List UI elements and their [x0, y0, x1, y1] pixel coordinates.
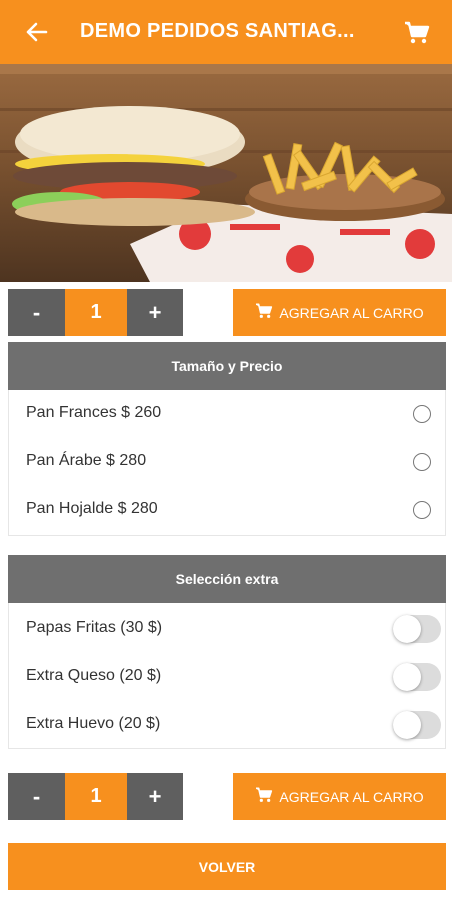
size-price-header: Tamaño y Precio	[8, 342, 446, 390]
toggle-switch[interactable]	[393, 615, 441, 643]
add-to-cart-label: AGREGAR AL CARRO	[279, 788, 424, 805]
extra-option-papas-fritas[interactable]: Papas Fritas (30 $)	[9, 605, 447, 653]
add-to-cart-button[interactable]: AGREGAR AL CARRO	[233, 773, 446, 820]
app-header: DEMO PEDIDOS SANTIAG...	[0, 0, 452, 64]
product-image	[0, 64, 452, 282]
quantity-value: 1	[65, 289, 127, 336]
toggle-knob	[393, 663, 421, 691]
option-label: Papas Fritas (30 $)	[26, 619, 163, 636]
extras-options: Papas Fritas (30 $) Extra Queso (20 $) E…	[8, 603, 446, 749]
cart-icon[interactable]	[403, 19, 431, 47]
option-label: Extra Huevo (20 $)	[26, 715, 161, 732]
page-title: DEMO PEDIDOS SANTIAG...	[80, 20, 355, 42]
option-label: Pan Árabe $ 280	[26, 452, 147, 469]
extras-header: Selección extra	[8, 555, 446, 603]
extra-option-extra-queso[interactable]: Extra Queso (20 $)	[9, 653, 447, 701]
radio-button[interactable]	[413, 405, 431, 423]
size-option-pan-frances[interactable]: Pan Frances $ 260	[9, 390, 447, 438]
extra-option-extra-huevo[interactable]: Extra Huevo (20 $)	[9, 701, 447, 749]
option-label: Pan Hojalde $ 280	[26, 500, 158, 517]
back-arrow-icon[interactable]	[22, 18, 52, 46]
quantity-value: 1	[65, 773, 127, 820]
toggle-knob	[393, 615, 421, 643]
decrease-quantity-button[interactable]: -	[8, 773, 65, 820]
quantity-row-top: - 1 + AGREGAR AL CARRO	[8, 289, 446, 336]
toggle-switch[interactable]	[393, 663, 441, 691]
size-price-options: Pan Frances $ 260 Pan Árabe $ 280 Pan Ho…	[8, 390, 446, 536]
option-label: Extra Queso (20 $)	[26, 667, 162, 684]
option-label: Pan Frances $ 260	[26, 404, 162, 421]
increase-quantity-button[interactable]: +	[127, 773, 183, 820]
increase-quantity-button[interactable]: +	[127, 289, 183, 336]
decrease-quantity-button[interactable]: -	[8, 289, 65, 336]
cart-icon	[255, 303, 273, 322]
size-option-pan-hojalde[interactable]: Pan Hojalde $ 280	[9, 486, 447, 534]
cart-icon	[255, 787, 273, 806]
back-button[interactable]: VOLVER	[8, 843, 446, 890]
toggle-switch[interactable]	[393, 711, 441, 739]
quantity-row-bottom: - 1 + AGREGAR AL CARRO	[8, 773, 446, 820]
radio-button[interactable]	[413, 501, 431, 519]
size-option-pan-arabe[interactable]: Pan Árabe $ 280	[9, 438, 447, 486]
toggle-knob	[393, 711, 421, 739]
add-to-cart-label: AGREGAR AL CARRO	[279, 304, 424, 321]
add-to-cart-button[interactable]: AGREGAR AL CARRO	[233, 289, 446, 336]
radio-button[interactable]	[413, 453, 431, 471]
